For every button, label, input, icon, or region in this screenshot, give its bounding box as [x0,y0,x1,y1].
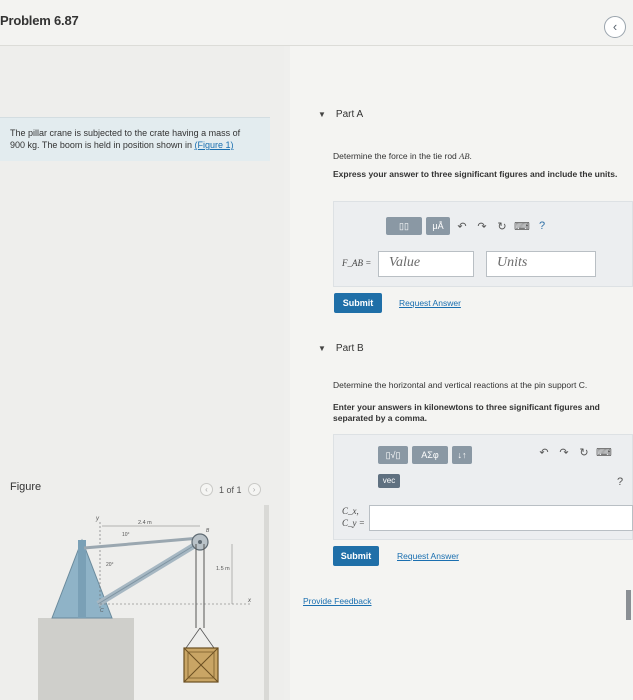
sling-left [185,627,201,649]
x-axis-label: x [247,598,252,604]
part-a-caret-icon[interactable]: ▼ [318,110,326,119]
sling-right [199,627,215,649]
ground-block [38,618,134,700]
part-b-caret-icon[interactable]: ▼ [318,344,326,353]
help-icon[interactable]: ? [612,476,628,488]
tie-rod [83,536,201,550]
part-b-toolbar: ▯√▯ ΑΣφ ↓↑ [378,446,472,464]
provide-feedback-link[interactable]: Provide Feedback [303,596,372,606]
part-a-submit-button[interactable]: Submit [334,293,382,313]
help-icon[interactable]: ? [534,220,550,232]
greek-button[interactable]: ΑΣφ [412,446,448,464]
reset-icon[interactable]: ↻ [576,446,592,459]
part-b-title: Part B [335,343,364,354]
part-a-question-end: . [469,151,472,161]
top-bar: Problem 6.87 ‹ [0,0,633,46]
right-scrollbar[interactable] [626,590,631,620]
cy-label: C_y = [342,518,365,528]
redo-icon[interactable]: ↷ [474,220,490,233]
keyboard-icon[interactable]: ⌨ [596,446,612,459]
undo-icon[interactable]: ↶ [536,446,552,459]
part-a-header[interactable]: ▼ Part A [318,109,363,120]
figure-label: Figure [10,481,42,493]
problem-line-1: The pillar crane is subjected to the cra… [10,128,241,138]
part-a-title: Part A [335,109,364,120]
problem-line-2-text: . The boom is held in position shown in [37,140,195,150]
part-a-request-answer-link[interactable]: Request Answer [399,298,461,308]
arrows-button[interactable]: ↓↑ [452,446,472,464]
dim-right-label: 1.5 m [216,566,230,572]
pillar [78,540,86,618]
reset-icon[interactable]: ↻ [494,220,510,233]
redo-icon[interactable]: ↷ [556,446,572,459]
fab-label: F_AB = [342,258,372,268]
problem-statement: The pillar crane is subjected to the cra… [0,117,270,161]
part-a-question: Determine the force in the tie rod AB. [333,151,472,162]
figure-pager: ‹ 1 of 1 › [200,483,261,496]
figure-link[interactable]: (Figure 1) [194,140,233,150]
problem-title: Problem 6.87 [0,13,79,28]
value-input[interactable]: Value [378,251,474,277]
problem-line-2: 900 kg. The boom is held in position sho… [10,139,262,151]
units-button[interactable]: μÅ [426,217,450,235]
part-b-submit-button[interactable]: Submit [333,546,379,566]
next-figure-button[interactable]: › [247,483,261,496]
sqrt-button[interactable]: ▯√▯ [378,446,408,464]
part-a-instruction: Express your answer to three significant… [333,169,618,179]
label-b: B [206,528,210,534]
part-a-toolbar: ▯▯ μÅ ↶ ↷ ↻ ⌨ ? [386,217,550,235]
prev-figure-button[interactable]: ‹ [200,483,213,496]
dim-top-label: 2.4 m [138,520,152,526]
reactions-input[interactable] [369,505,633,531]
mass-value: 900 kg [10,140,38,150]
undo-icon[interactable]: ↶ [454,220,470,233]
label-c: C [100,608,104,614]
cx-label: C_x, [342,506,359,516]
part-b-request-answer-link[interactable]: Request Answer [397,551,459,561]
part-b-header[interactable]: ▼ Part B [318,343,364,354]
vec-button[interactable]: vec [378,474,400,488]
angle-top-label: 10° [122,532,130,538]
angle-left-label: 20° [106,562,114,568]
rod-ab-label: AB [459,151,470,161]
y-axis-label: y [95,516,100,522]
units-input[interactable]: Units [486,251,596,277]
pager-text: 1 of 1 [219,484,242,495]
part-b-question: Determine the horizontal and vertical re… [333,380,588,390]
boom-edge [97,541,201,605]
figure-scrollbar[interactable] [264,505,269,700]
keyboard-icon[interactable]: ⌨ [514,220,530,233]
pillar-crane-figure: y x 2.4 m 10° 20° 1.5 m B C [38,516,252,700]
part-a-question-text: Determine the force in the tie rod [333,151,460,161]
part-b-instruction: Enter your answers in kilonewtons to thr… [333,402,600,423]
part-b-edit-toolbar: ↶ ↷ ↻ ⌨ [536,446,612,459]
templates-button[interactable]: ▯▯ [386,217,422,235]
pulley-pin [198,540,202,544]
collapse-nav-button[interactable]: ‹ [604,16,626,38]
